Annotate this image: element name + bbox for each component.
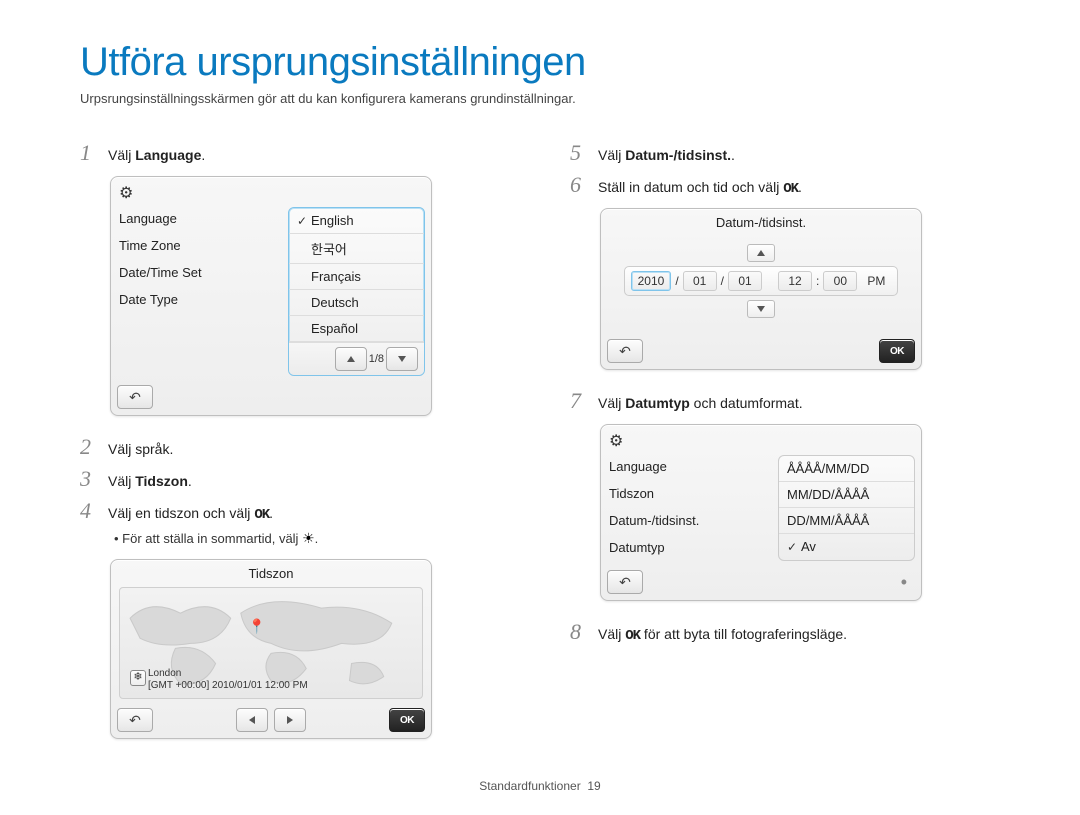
- screen-datetime: Datum-/tidsinst. 2010 / 01 / 01 12 :: [600, 208, 922, 370]
- list-item[interactable]: Datumtyp: [609, 534, 774, 561]
- ampm-field[interactable]: PM: [861, 272, 891, 290]
- list-item[interactable]: Tidszon: [609, 480, 774, 507]
- page-subtitle: Urpsrungsinställningsskärmen gör att du …: [80, 91, 1000, 106]
- option-item[interactable]: 한국어: [289, 234, 424, 264]
- step-7: 7 Välj Datumtyp och datumformat.: [570, 388, 1000, 414]
- option-item[interactable]: ✓Av: [779, 534, 914, 559]
- back-icon: ↶: [129, 389, 141, 406]
- step-1: 1 Välj Language.: [80, 140, 510, 166]
- chevron-down-icon: [757, 306, 765, 312]
- settings-list: Language Time Zone Date/Time Set Date Ty…: [111, 205, 288, 380]
- page-up-button[interactable]: [335, 347, 367, 371]
- ok-button[interactable]: OK: [879, 339, 915, 363]
- check-icon: ✓: [297, 214, 307, 228]
- chevron-down-icon: [398, 356, 406, 362]
- step-3: 3 Välj Tidszon.: [80, 466, 510, 492]
- gear-icon: ⚙: [119, 185, 133, 202]
- step-4-sub: För att ställa in sommartid, välj ☀.: [114, 530, 510, 547]
- datetype-options: ÅÅÅÅ/MM/DD MM/DD/ÅÅÅÅ DD/MM/ÅÅÅÅ ✓Av: [778, 455, 915, 561]
- list-item[interactable]: Date/Time Set: [119, 259, 284, 286]
- list-item[interactable]: Language: [119, 205, 284, 232]
- step-2: 2 Välj språk.: [80, 434, 510, 460]
- gear-icon: ⚙: [609, 433, 623, 450]
- option-item[interactable]: Deutsch: [289, 290, 424, 316]
- next-button[interactable]: [274, 708, 306, 732]
- back-button[interactable]: ↶: [117, 708, 153, 732]
- sun-icon: ☀: [302, 530, 315, 547]
- datetime-fields: 2010 / 01 / 01 12 : 00 PM: [624, 266, 899, 296]
- chevron-up-icon: [757, 250, 765, 256]
- ok-icon: OK: [625, 628, 640, 644]
- option-item[interactable]: ÅÅÅÅ/MM/DD: [779, 456, 914, 482]
- screen-timezone: Tidszon 📍 ❄ London: [110, 559, 432, 739]
- step-number: 4: [80, 498, 98, 524]
- back-icon: ↶: [129, 712, 141, 729]
- chevron-left-icon: [249, 716, 255, 724]
- ok-icon: OK: [254, 507, 269, 523]
- month-field[interactable]: 01: [683, 271, 717, 291]
- back-icon: ↶: [619, 574, 631, 591]
- step-number: 3: [80, 466, 98, 492]
- option-item[interactable]: Español: [289, 316, 424, 342]
- option-item[interactable]: Français: [289, 264, 424, 290]
- back-button[interactable]: ↶: [607, 570, 643, 594]
- dst-icon[interactable]: ❄: [130, 670, 146, 686]
- hour-field[interactable]: 12: [778, 271, 812, 291]
- step-5: 5 Välj Datum-/tidsinst..: [570, 140, 1000, 166]
- value-down-button[interactable]: [747, 300, 775, 318]
- step-4: 4 Välj en tidszon och välj OK.: [80, 498, 510, 524]
- step-number: 8: [570, 619, 588, 645]
- option-item[interactable]: DD/MM/ÅÅÅÅ: [779, 508, 914, 534]
- list-item[interactable]: Date Type: [119, 286, 284, 313]
- map-pin-icon: 📍: [248, 618, 265, 635]
- settings-list: Language Tidszon Datum-/tidsinst. Datumt…: [601, 453, 778, 565]
- page-down-button[interactable]: [386, 347, 418, 371]
- chevron-right-icon: [287, 716, 293, 724]
- year-field[interactable]: 2010: [631, 271, 672, 291]
- page-title: Utföra ursprungsinställningen: [80, 40, 1000, 85]
- value-up-button[interactable]: [747, 244, 775, 262]
- pager: 1/8: [289, 342, 424, 375]
- page-indicator: •: [901, 572, 915, 593]
- ok-icon: OK: [783, 181, 798, 197]
- day-field[interactable]: 01: [728, 271, 762, 291]
- screen-language: ⚙ Language Time Zone Date/Time Set Date …: [110, 176, 432, 416]
- language-options: ✓English 한국어 Français Deutsch Español 1/…: [288, 207, 425, 376]
- list-item[interactable]: Datum-/tidsinst.: [609, 507, 774, 534]
- back-button[interactable]: ↶: [607, 339, 643, 363]
- chevron-up-icon: [347, 356, 355, 362]
- timezone-label: ❄ London [GMT +00:00] 2010/01/01 12:00 P…: [148, 668, 308, 692]
- check-icon: ✓: [787, 540, 797, 554]
- back-button[interactable]: ↶: [117, 385, 153, 409]
- prev-button[interactable]: [236, 708, 268, 732]
- ok-button[interactable]: OK: [389, 708, 425, 732]
- screen-datetype: ⚙ Language Tidszon Datum-/tidsinst. Datu…: [600, 424, 922, 601]
- list-item[interactable]: Language: [609, 453, 774, 480]
- step-number: 2: [80, 434, 98, 460]
- option-item[interactable]: MM/DD/ÅÅÅÅ: [779, 482, 914, 508]
- step-6: 6 Ställ in datum och tid och välj OK.: [570, 172, 1000, 198]
- screen-title: Tidszon: [111, 560, 431, 583]
- option-item[interactable]: ✓English: [289, 208, 424, 234]
- page-footer: Standardfunktioner 19: [0, 779, 1080, 793]
- world-map[interactable]: 📍 ❄ London [GMT +00:00] 2010/01/01 12:00…: [119, 587, 423, 699]
- screen-title: Datum-/tidsinst.: [601, 209, 921, 232]
- step-number: 7: [570, 388, 588, 414]
- pager-label: 1/8: [369, 353, 384, 365]
- step-number: 5: [570, 140, 588, 166]
- list-item[interactable]: Time Zone: [119, 232, 284, 259]
- step-8: 8 Välj OK för att byta till fotograferin…: [570, 619, 1000, 645]
- step-number: 6: [570, 172, 588, 198]
- minute-field[interactable]: 00: [823, 271, 857, 291]
- step-number: 1: [80, 140, 98, 166]
- back-icon: ↶: [619, 343, 631, 360]
